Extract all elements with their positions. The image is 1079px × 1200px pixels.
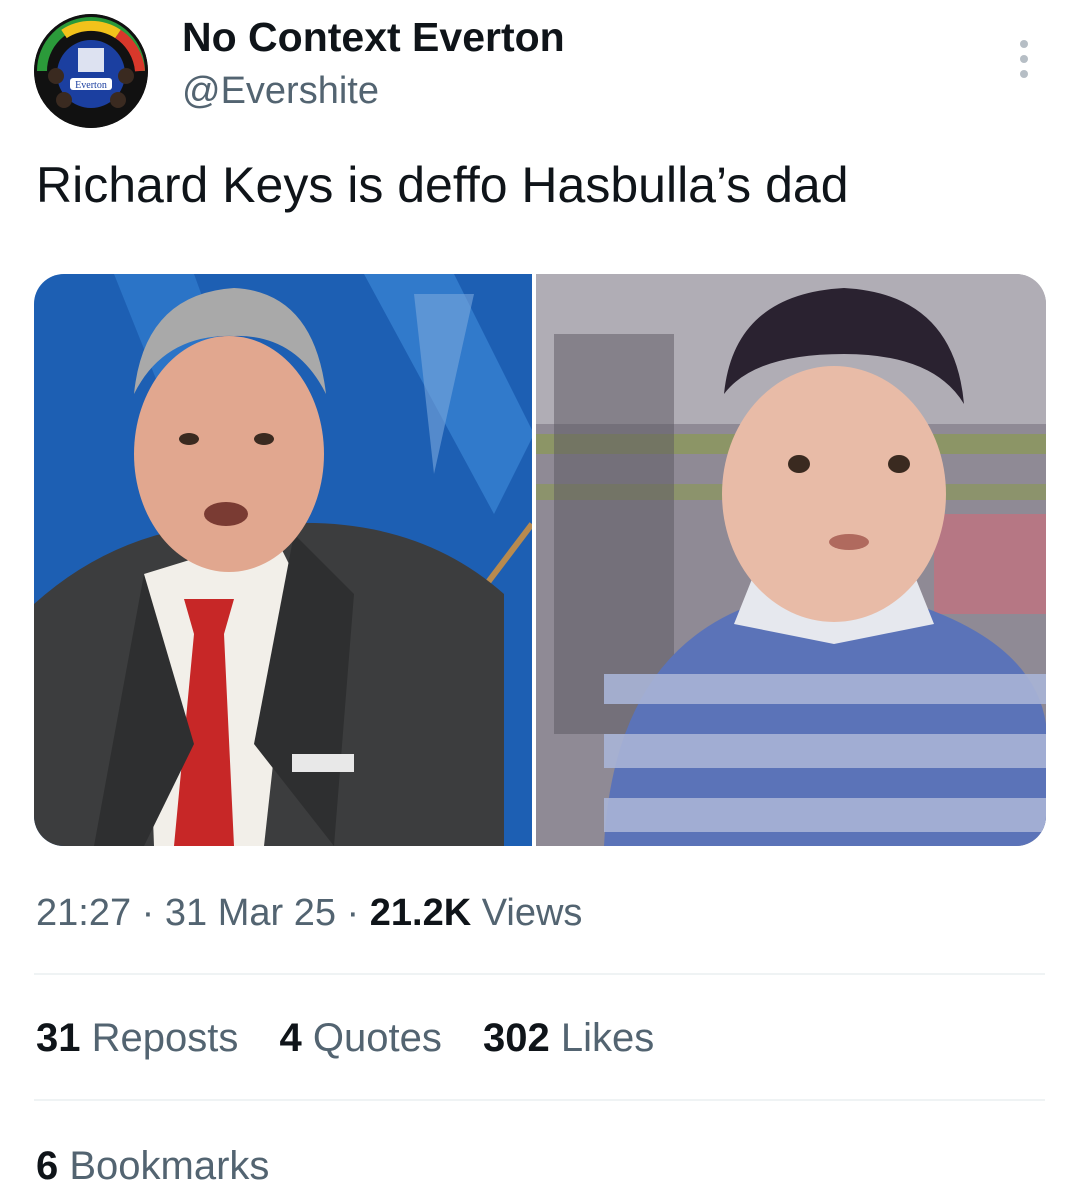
likes-stat[interactable]: 302 Likes [483,1016,654,1060]
quotes-count: 4 [279,1016,302,1060]
likes-label: Likes [560,1016,655,1060]
meta-separator: · [346,892,360,934]
meta-separator: · [141,892,155,934]
views-label: Views [481,892,583,934]
user-handle[interactable]: @Evershite [182,70,379,113]
crest-text: Everton [75,80,107,91]
views-count: 21.2K [369,892,472,934]
tweet-meta: 21:27 · 31 Mar 25 · 21.2K Views [36,892,582,935]
photo-man-in-suit[interactable] [34,274,535,846]
photo-child-striped-shirt[interactable] [536,274,1046,846]
quotes-label: Quotes [312,1016,442,1060]
divider [34,973,1045,975]
tweet-media[interactable] [34,274,1046,846]
reposts-count: 31 [36,1016,81,1060]
avatar[interactable]: Everton [34,14,148,128]
bookmarks-stat[interactable]: 6 Bookmarks [36,1144,269,1189]
tweet-text: Richard Keys is deffo Hasbulla’s dad [36,157,849,213]
everton-crest-icon: Everton [34,14,148,128]
quotes-stat[interactable]: 4 Quotes [280,1016,442,1060]
divider [34,1099,1045,1101]
tweet-time[interactable]: 21:27 [36,892,131,934]
bookmarks-label: Bookmarks [69,1144,270,1188]
reposts-label: Reposts [91,1016,239,1060]
display-name[interactable]: No Context Everton [182,14,565,61]
engagement-stats: 31 Reposts 4 Quotes 302 Likes [36,1016,684,1061]
bookmarks-count: 6 [36,1144,59,1188]
more-options-icon[interactable] [1012,38,1036,80]
reposts-stat[interactable]: 31 Reposts [36,1016,238,1060]
tweet-date[interactable]: 31 Mar 25 [165,892,336,934]
likes-count: 302 [482,1016,550,1060]
